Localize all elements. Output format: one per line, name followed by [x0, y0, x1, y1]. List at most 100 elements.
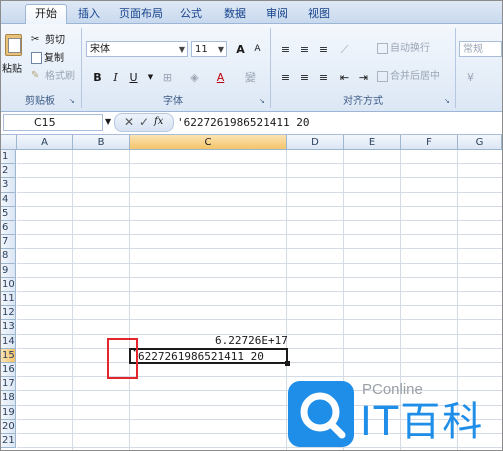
insert-function-icon[interactable]: fx	[154, 116, 163, 127]
row-gridline	[17, 276, 502, 278]
row-header-6[interactable]: 6	[1, 221, 16, 236]
clipboard-launcher-icon[interactable]: ↘	[69, 97, 77, 105]
cancel-icon[interactable]: ✕	[124, 115, 134, 129]
row-header-20[interactable]: 20	[1, 419, 16, 434]
merge-icon	[377, 70, 388, 82]
row-header-4[interactable]: 4	[1, 192, 16, 207]
currency-icon: ¥	[467, 71, 474, 84]
increase-indent-icon: ⇥	[358, 71, 369, 84]
row-gridline	[17, 376, 502, 378]
chevron-down-icon: ▼	[217, 45, 224, 54]
fill-handle[interactable]	[285, 361, 290, 366]
shrink-font-button[interactable]: A	[248, 40, 267, 59]
align-bottom-button[interactable]: ≡	[314, 40, 333, 59]
column-header-f[interactable]: F	[401, 135, 458, 150]
phonetic-button[interactable]: 變	[241, 68, 260, 87]
group-separator	[455, 28, 456, 108]
column-gridline	[72, 150, 73, 450]
column-header-d[interactable]: D	[287, 135, 344, 150]
tab-view[interactable]: 视图	[301, 5, 337, 22]
row-header-9[interactable]: 9	[1, 263, 16, 278]
alignment-group-label: 对齐方式	[343, 96, 383, 107]
font-size-value: 11	[195, 44, 208, 55]
row-header-11[interactable]: 11	[1, 292, 16, 307]
format-painter-button[interactable]: ✎ 格式刷	[31, 68, 75, 86]
watermark-name: IT百科	[360, 399, 485, 445]
align-top-button[interactable]: ≡	[276, 40, 295, 59]
border-button[interactable]: ⊞	[158, 68, 177, 87]
row-header-1[interactable]: 1	[1, 150, 16, 165]
align-center-button[interactable]: ≡	[295, 68, 314, 87]
number-format-select[interactable]: 常规	[459, 41, 502, 57]
row-header-14[interactable]: 14	[1, 334, 16, 349]
formula-input[interactable]: '6227261986521411 20	[177, 114, 500, 131]
tab-data[interactable]: 数据	[217, 5, 253, 22]
tab-formulas[interactable]: 公式	[173, 5, 209, 22]
tab-home[interactable]: 开始	[25, 4, 67, 24]
copy-button[interactable]: 复制	[31, 50, 64, 68]
paste-button[interactable]: 粘贴	[2, 32, 24, 80]
row-header-5[interactable]: 5	[1, 206, 16, 221]
font-launcher-icon[interactable]: ↘	[259, 97, 267, 105]
cut-button[interactable]: ✂ 剪切	[31, 32, 65, 50]
row-gridline	[17, 262, 502, 264]
align-right-button[interactable]: ≡	[314, 68, 333, 87]
wrap-text-button[interactable]: 自动换行	[377, 40, 430, 58]
row-header-16[interactable]: 16	[1, 363, 16, 378]
column-header-c[interactable]: C	[130, 135, 287, 150]
align-middle-button[interactable]: ≡	[295, 40, 314, 59]
name-box[interactable]: C15	[3, 114, 103, 131]
row-header-10[interactable]: 10	[1, 277, 16, 292]
font-color-button[interactable]: A	[211, 68, 230, 87]
row-header-12[interactable]: 12	[1, 306, 16, 321]
currency-format-button[interactable]: ¥	[461, 68, 480, 87]
row-header-3[interactable]: 3	[1, 178, 16, 193]
worksheet-grid[interactable]: A B C D E F G 1 2 3 4 5 6 7 8 9 10 11 12 13 14 15 16 17 1…	[1, 135, 502, 450]
column-header-g[interactable]: G	[458, 135, 502, 150]
decrease-indent-button[interactable]: ⇤	[335, 68, 354, 87]
row-header-2[interactable]: 2	[1, 164, 16, 179]
row-header-19[interactable]: 19	[1, 405, 16, 420]
column-header-e[interactable]: E	[344, 135, 401, 150]
align-left-button[interactable]: ≡	[276, 68, 295, 87]
cell-c14[interactable]: 6.22726E+17	[215, 334, 288, 347]
increase-indent-button[interactable]: ⇥	[354, 68, 373, 87]
tab-page-layout[interactable]: 页面布局	[113, 5, 169, 22]
font-group-label: 字体	[163, 96, 183, 107]
enter-icon[interactable]: ✓	[139, 115, 149, 129]
font-size-select[interactable]: 11 ▼	[191, 41, 227, 57]
column-header-b[interactable]: B	[73, 135, 130, 150]
merge-center-button[interactable]: 合并后居中	[377, 68, 440, 86]
cell-c15[interactable]: 6227261986521411 20	[138, 350, 264, 363]
chevron-down-icon[interactable]: ▼	[105, 117, 111, 126]
tab-insert[interactable]: 插入	[71, 5, 107, 22]
row-header-13[interactable]: 13	[1, 320, 16, 335]
row-header-17[interactable]: 17	[1, 377, 16, 392]
row-header-8[interactable]: 8	[1, 249, 16, 264]
alignment-launcher-icon[interactable]: ↘	[444, 97, 452, 105]
ribbon-tabs: 开始 插入 页面布局 公式 数据 审阅 视图	[1, 1, 502, 24]
watermark-brand: PConline	[362, 381, 423, 398]
row-gridline	[17, 291, 502, 292]
row-header-7[interactable]: 7	[1, 235, 16, 250]
tab-review[interactable]: 审阅	[259, 5, 295, 22]
clipboard-group-label: 剪贴板	[25, 96, 55, 107]
row-header-18[interactable]: 18	[1, 391, 16, 406]
column-header-a[interactable]: A	[17, 135, 73, 150]
bold-button[interactable]: B	[88, 68, 107, 87]
row-gridline	[17, 234, 502, 236]
italic-icon: I	[113, 71, 118, 84]
orientation-button[interactable]: ⟋	[335, 40, 354, 59]
ribbon: 粘贴 ✂ 剪切 复制 ✎ 格式刷 剪贴板 ↘ 宋体 ▼ 11 ▼ A A B I U ▼…	[1, 24, 502, 112]
chevron-down-icon: ▼	[147, 73, 154, 81]
italic-button[interactable]: I	[106, 68, 125, 87]
font-name-value: 宋体	[90, 44, 110, 55]
row-gridline	[17, 205, 502, 207]
row-header-15[interactable]: 15	[1, 348, 16, 363]
underline-icon: U	[129, 71, 138, 84]
grow-font-icon: A	[236, 43, 245, 56]
font-name-select[interactable]: 宋体 ▼	[86, 41, 188, 57]
select-all-corner[interactable]	[1, 135, 17, 150]
row-header-21[interactable]: 21	[1, 434, 16, 449]
fill-color-button[interactable]: ◈	[185, 68, 204, 87]
